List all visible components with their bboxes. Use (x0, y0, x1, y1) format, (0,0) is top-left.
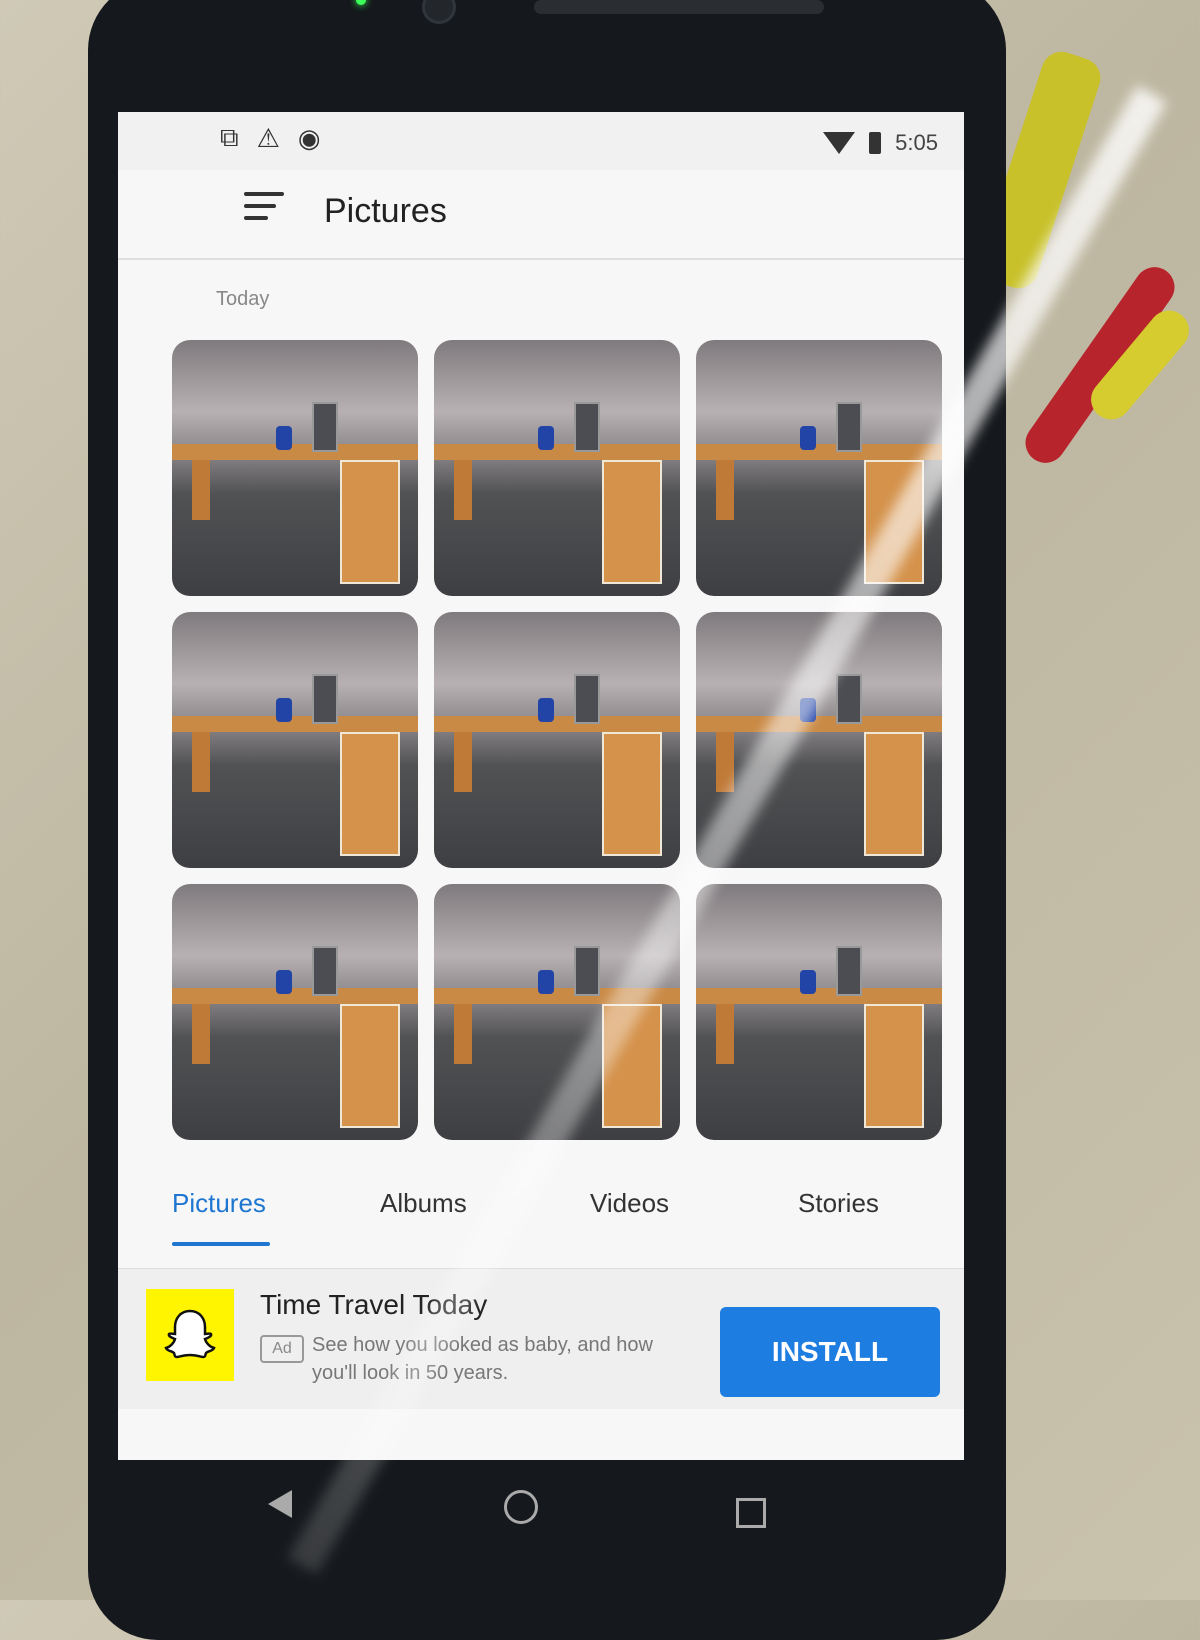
cabinet (340, 1004, 400, 1128)
chair (538, 698, 554, 722)
cabinet (602, 460, 662, 584)
phone-screen: ⧉ ⚠ ◉ 5:05 Pictures Today Pictures Album… (118, 112, 964, 1460)
chair (800, 698, 816, 722)
desk-leg (192, 732, 210, 792)
app-bar: Pictures (118, 170, 964, 260)
cabinet (864, 732, 924, 856)
photo-thumbnail-7[interactable] (172, 884, 418, 1140)
notification-led (356, 0, 366, 5)
install-button[interactable]: INSTALL (720, 1307, 940, 1397)
desk-leg (716, 1004, 734, 1064)
desk (696, 988, 942, 1004)
cabinet (340, 732, 400, 856)
menu-line (244, 204, 276, 208)
menu-line (244, 216, 268, 220)
desk (172, 444, 418, 460)
recent-apps-icon[interactable] (736, 1498, 766, 1528)
section-label-today: Today (216, 288, 270, 310)
pc-tower (312, 402, 338, 452)
photo-thumbnail-1[interactable] (172, 340, 418, 596)
tab-videos[interactable]: Videos (590, 1188, 669, 1219)
desk-leg (716, 732, 734, 792)
desk-leg (454, 460, 472, 520)
chair (800, 426, 816, 450)
pc-tower (574, 946, 600, 996)
photo-thumbnail-6[interactable] (696, 612, 942, 868)
photo-thumbnail-4[interactable] (172, 612, 418, 868)
desk (434, 444, 680, 460)
desk-leg (716, 460, 734, 520)
desk-leg (192, 1004, 210, 1064)
desk (696, 444, 942, 460)
cabinet (340, 460, 400, 584)
chair (538, 426, 554, 450)
page-title: Pictures (324, 192, 447, 230)
chair (800, 970, 816, 994)
status-bar: ⧉ ⚠ ◉ 5:05 (118, 112, 964, 170)
tab-pictures[interactable]: Pictures (172, 1188, 266, 1219)
chair (538, 970, 554, 994)
ad-banner: Time Travel Today Ad See how you looked … (118, 1268, 964, 1409)
back-icon[interactable] (268, 1490, 292, 1518)
cabinet (602, 1004, 662, 1128)
ad-title: Time Travel Today (260, 1289, 488, 1320)
desk (172, 716, 418, 732)
chair (276, 970, 292, 994)
desk-leg (192, 460, 210, 520)
pc-tower (836, 402, 862, 452)
system-navigation-bar (118, 1460, 964, 1580)
status-icons-right: 5:05 (823, 130, 938, 156)
desk (696, 716, 942, 732)
chair (276, 698, 292, 722)
earpiece-speaker (534, 0, 824, 14)
warning-icon: ⚠ (256, 122, 280, 153)
pc-tower (574, 674, 600, 724)
bottom-tabs: Pictures Albums Videos Stories (118, 1168, 964, 1254)
home-icon[interactable] (504, 1490, 538, 1524)
cabinet (864, 460, 924, 584)
pc-tower (836, 946, 862, 996)
desk (434, 988, 680, 1004)
pc-tower (574, 402, 600, 452)
photo-thumbnail-2[interactable] (434, 340, 680, 596)
desk (434, 716, 680, 732)
front-camera (422, 0, 456, 24)
ad-description: See how you looked as baby, and how you'… (312, 1334, 653, 1384)
cabinet (864, 1004, 924, 1128)
tab-stories[interactable]: Stories (798, 1188, 879, 1219)
desk (172, 988, 418, 1004)
pc-tower (312, 946, 338, 996)
desk-leg (454, 1004, 472, 1064)
cabinet (602, 732, 662, 856)
photo-thumbnail-8[interactable] (434, 884, 680, 1140)
record-icon: ◉ (297, 122, 321, 153)
pc-tower (312, 674, 338, 724)
ghost-icon (164, 1309, 216, 1359)
battery-icon (869, 132, 882, 154)
desk-leg (454, 732, 472, 792)
chair (276, 426, 292, 450)
photo-thumbnail-5[interactable] (434, 612, 680, 868)
puzzle-icon: ⧉ (220, 122, 239, 152)
ad-badge: Ad (260, 1335, 304, 1363)
status-icons-left: ⧉ ⚠ ◉ (220, 122, 321, 154)
snapchat-logo-icon[interactable] (146, 1289, 234, 1381)
menu-icon[interactable] (244, 188, 284, 224)
menu-line (244, 192, 284, 196)
photo-thumbnail-3[interactable] (696, 340, 942, 596)
photo-thumbnail-9[interactable] (696, 884, 942, 1140)
tab-albums[interactable]: Albums (380, 1188, 467, 1219)
active-tab-indicator (172, 1242, 270, 1246)
status-time: 5:05 (895, 130, 938, 155)
pc-tower (836, 674, 862, 724)
wifi-icon (823, 132, 856, 154)
